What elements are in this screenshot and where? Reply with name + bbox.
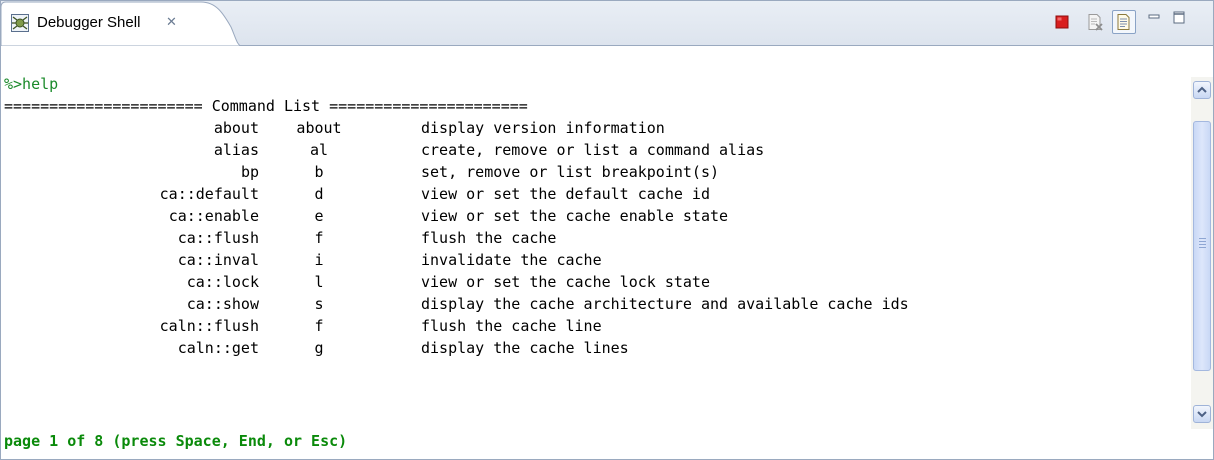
scrollbar-thumb[interactable] bbox=[1193, 121, 1211, 371]
command-description: view or set the default cache id bbox=[421, 185, 710, 203]
command-description: flush the cache line bbox=[421, 317, 602, 335]
command-row: ca::default d view or set the default cach… bbox=[1, 183, 1191, 205]
minimize-button[interactable] bbox=[1142, 5, 1166, 29]
command-description: display the cache lines bbox=[421, 339, 629, 357]
scroll-up-button[interactable] bbox=[1193, 81, 1211, 99]
command-row: caln::get g display the cache lines bbox=[1, 337, 1191, 359]
command-description: display the cache architecture and avail… bbox=[421, 295, 909, 313]
command-name: ca::lock bbox=[186, 273, 259, 291]
command-row: ca::flush f flush the cache bbox=[1, 227, 1191, 249]
scroll-lock-button[interactable] bbox=[1112, 10, 1136, 34]
command-alias: e bbox=[314, 207, 324, 225]
command-alias: l bbox=[314, 273, 324, 291]
command-name: ca::default bbox=[159, 185, 259, 203]
scroll-down-button[interactable] bbox=[1193, 405, 1211, 423]
command-name: caln::flush bbox=[159, 317, 259, 335]
command-alias: al bbox=[309, 141, 329, 159]
minimize-icon bbox=[1148, 14, 1160, 19]
command-name: ca::show bbox=[186, 295, 259, 313]
command-row: alias al create, remove or list a command … bbox=[1, 139, 1191, 161]
command-description: view or set the cache lock state bbox=[421, 273, 710, 291]
command-name: ca::enable bbox=[168, 207, 259, 225]
command-name: about bbox=[213, 119, 259, 137]
thumb-grip bbox=[1199, 238, 1206, 239]
maximize-icon bbox=[1173, 11, 1185, 24]
command-alias: f bbox=[314, 317, 324, 335]
command-alias: i bbox=[314, 251, 324, 269]
command-row: ca::show s display the cache architecture … bbox=[1, 293, 1191, 315]
terminate-icon bbox=[1055, 15, 1069, 29]
command-alias: s bbox=[314, 295, 324, 313]
command-alias: d bbox=[314, 185, 324, 203]
command-name: caln::get bbox=[177, 339, 259, 357]
command-name: ca::flush bbox=[177, 229, 259, 247]
thumb-grip bbox=[1199, 247, 1206, 248]
command-name: bp bbox=[240, 163, 259, 181]
command-row: caln::flush f flush the cache line bbox=[1, 315, 1191, 337]
thumb-grip bbox=[1199, 244, 1206, 245]
command-description: invalidate the cache bbox=[421, 251, 602, 269]
command-description: set, remove or list breakpoint(s) bbox=[421, 163, 720, 181]
command-alias: f bbox=[314, 229, 324, 247]
scroll-lock-icon bbox=[1117, 14, 1130, 30]
command-alias: g bbox=[314, 339, 324, 357]
command-list-header: ====================== Command List ====… bbox=[4, 97, 528, 115]
command-description: flush the cache bbox=[421, 229, 557, 247]
maximize-button[interactable] bbox=[1167, 5, 1191, 29]
pager-status: page 1 of 8 (press Space, End, or Esc) bbox=[4, 432, 348, 450]
tab-title: Debugger Shell bbox=[37, 14, 141, 31]
debugger-shell-view: Debugger Shell ✕ %>help ================… bbox=[0, 0, 1214, 460]
clear-console-icon bbox=[1088, 14, 1103, 31]
clear-console-button[interactable] bbox=[1083, 10, 1107, 34]
command-alias: about bbox=[296, 119, 342, 137]
command-description: create, remove or list a command alias bbox=[421, 141, 765, 159]
command-alias: b bbox=[314, 163, 324, 181]
command-description: display version information bbox=[421, 119, 665, 137]
command-name: alias bbox=[213, 141, 259, 159]
view-tab-bar: Debugger Shell ✕ bbox=[1, 1, 1213, 46]
close-icon[interactable]: ✕ bbox=[166, 13, 180, 33]
command-row: ca::lock l view or set the cache lock stat… bbox=[1, 271, 1191, 293]
chevron-up-icon bbox=[1197, 86, 1207, 93]
chevron-down-icon bbox=[1197, 411, 1207, 418]
command-row: bp b set, remove or list breakpoint(s) bbox=[1, 161, 1191, 183]
command-name: ca::inval bbox=[177, 251, 259, 269]
terminate-button[interactable] bbox=[1050, 10, 1074, 34]
command-prompt: %>help bbox=[4, 75, 59, 93]
vertical-scrollbar[interactable] bbox=[1191, 77, 1213, 429]
command-row: ca::enable e view or set the cache enable … bbox=[1, 205, 1191, 227]
thumb-grip bbox=[1199, 241, 1206, 242]
command-row: ca::inval i invalidate the cache bbox=[1, 249, 1191, 271]
command-description: view or set the cache enable state bbox=[421, 207, 729, 225]
console-output[interactable]: %>help ====================== Command Li… bbox=[1, 46, 1191, 459]
debugger-shell-icon bbox=[11, 14, 29, 32]
command-row: about about display version information bbox=[1, 117, 1191, 139]
